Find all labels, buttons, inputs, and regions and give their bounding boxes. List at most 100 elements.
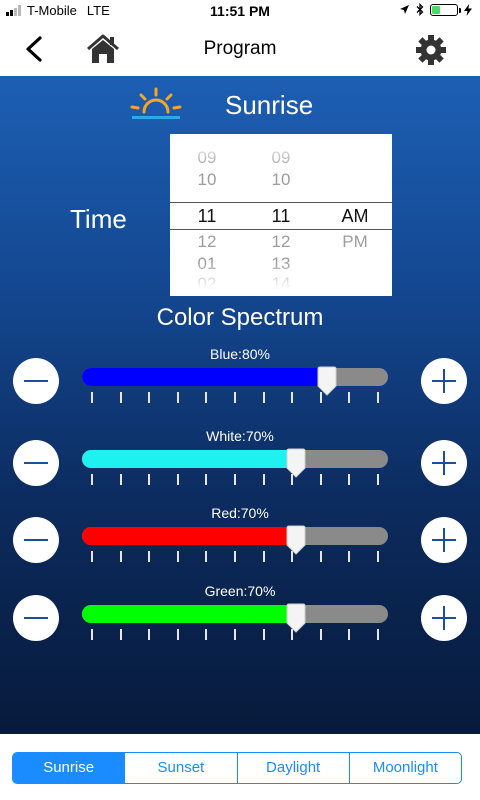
slider-tick xyxy=(176,392,179,403)
slider-tick xyxy=(262,392,265,403)
slider-tick xyxy=(377,551,379,562)
plus-icon xyxy=(443,528,445,552)
picker-option[interactable]: 10 xyxy=(244,170,318,190)
level-slider-track[interactable] xyxy=(82,368,388,386)
slider-tick xyxy=(348,551,351,562)
slider-tick xyxy=(148,629,151,640)
slider-tick xyxy=(148,551,151,562)
gear-icon[interactable] xyxy=(414,34,448,66)
slider-tick xyxy=(262,629,265,640)
channel-row: White:70% xyxy=(0,428,480,498)
picker-fade xyxy=(170,134,392,168)
increase-button[interactable] xyxy=(421,440,467,486)
spectrum-title: Color Spectrum xyxy=(156,304,324,331)
level-slider-fill xyxy=(82,368,327,386)
slider-tick xyxy=(291,474,294,485)
picker-option[interactable]: 12 xyxy=(244,232,318,252)
minus-icon xyxy=(24,617,48,619)
program-header: Sunrise xyxy=(0,82,480,128)
plus-icon xyxy=(443,606,445,630)
slider-tick xyxy=(176,551,179,562)
slider-tick xyxy=(119,392,122,403)
channel-label: Red:70% xyxy=(211,505,269,521)
program-tabs: Sunrise Sunset Daylight Moonlight xyxy=(12,752,462,784)
slider-tick xyxy=(176,474,179,485)
slider-tick xyxy=(205,392,208,403)
slider-tick xyxy=(262,551,265,562)
slider-tick xyxy=(234,551,236,562)
nav-bar: Program xyxy=(0,22,480,76)
channel-label: White:70% xyxy=(206,428,274,444)
picker-selection-line xyxy=(170,229,392,230)
tab-daylight[interactable]: Daylight xyxy=(236,753,349,783)
level-slider-track[interactable] xyxy=(82,527,388,545)
increase-button[interactable] xyxy=(421,358,467,404)
status-bar: T-Mobile LTE 11:51 PM xyxy=(0,0,480,22)
decrease-button[interactable] xyxy=(13,358,59,404)
decrease-button[interactable] xyxy=(13,440,59,486)
slider-tick xyxy=(319,392,322,403)
plus-icon xyxy=(443,451,445,475)
slider-ticks xyxy=(82,629,388,641)
channel-row: Green:70% xyxy=(0,583,480,653)
decrease-button[interactable] xyxy=(13,517,59,563)
slider-tick xyxy=(205,629,208,640)
picker-fade xyxy=(170,262,392,296)
slider-tick xyxy=(205,551,208,562)
slider-tick xyxy=(377,392,379,403)
slider-tick xyxy=(234,392,236,403)
picker-option[interactable]: 11 xyxy=(170,206,244,227)
slider-tick xyxy=(91,392,93,403)
minus-icon xyxy=(24,539,48,541)
program-panel: Sunrise Time 08091011120102 080910111213… xyxy=(0,76,480,734)
slider-tick xyxy=(319,629,322,640)
picker-option[interactable]: 11 xyxy=(244,206,318,227)
plus-icon xyxy=(443,369,445,393)
picker-option[interactable]: 12 xyxy=(170,232,244,252)
slider-tick xyxy=(262,474,265,485)
slider-tick xyxy=(148,474,151,485)
location-arrow-icon xyxy=(400,5,409,14)
picker-option[interactable]: PM xyxy=(318,232,392,252)
tab-sunrise[interactable]: Sunrise xyxy=(13,753,125,783)
slider-tick xyxy=(348,392,351,403)
tab-sunset[interactable]: Sunset xyxy=(124,753,236,783)
increase-button[interactable] xyxy=(421,517,467,563)
level-slider-fill xyxy=(82,605,297,623)
tab-moonlight[interactable]: Moonlight xyxy=(348,753,461,783)
level-slider-track[interactable] xyxy=(82,450,388,468)
time-picker[interactable]: 08091011120102 08091011121314 AMPM xyxy=(170,134,392,296)
channel-row: Red:70% xyxy=(0,505,480,575)
slider-tick xyxy=(319,474,322,485)
slider-tick xyxy=(234,629,236,640)
slider-tick xyxy=(91,629,93,640)
slider-tick xyxy=(176,629,179,640)
slider-ticks xyxy=(82,474,388,486)
battery-icon xyxy=(430,3,461,16)
level-slider-track[interactable] xyxy=(82,605,388,623)
picker-option[interactable]: 10 xyxy=(170,170,244,190)
slider-tick xyxy=(119,474,122,485)
slider-tick xyxy=(91,474,93,485)
slider-tick xyxy=(119,551,122,562)
level-slider-fill xyxy=(82,527,297,545)
channel-label: Green:70% xyxy=(204,583,276,599)
slider-tick xyxy=(291,392,294,403)
decrease-button[interactable] xyxy=(13,595,59,641)
slider-tick xyxy=(377,629,379,640)
slider-tick xyxy=(348,629,351,640)
charging-bolt-icon xyxy=(464,3,472,16)
channel-row: Blue:80% xyxy=(0,346,480,416)
slider-tick xyxy=(348,474,351,485)
program-name: Sunrise xyxy=(225,90,314,120)
slider-tick xyxy=(234,474,236,485)
slider-tick xyxy=(148,392,151,403)
slider-tick xyxy=(291,551,294,562)
picker-option[interactable]: AM xyxy=(318,206,392,227)
minus-icon xyxy=(24,380,48,382)
increase-button[interactable] xyxy=(421,595,467,641)
slider-tick xyxy=(377,474,379,485)
page-title: Program xyxy=(203,38,277,59)
time-label: Time xyxy=(70,204,127,234)
sunrise-icon xyxy=(130,87,182,119)
